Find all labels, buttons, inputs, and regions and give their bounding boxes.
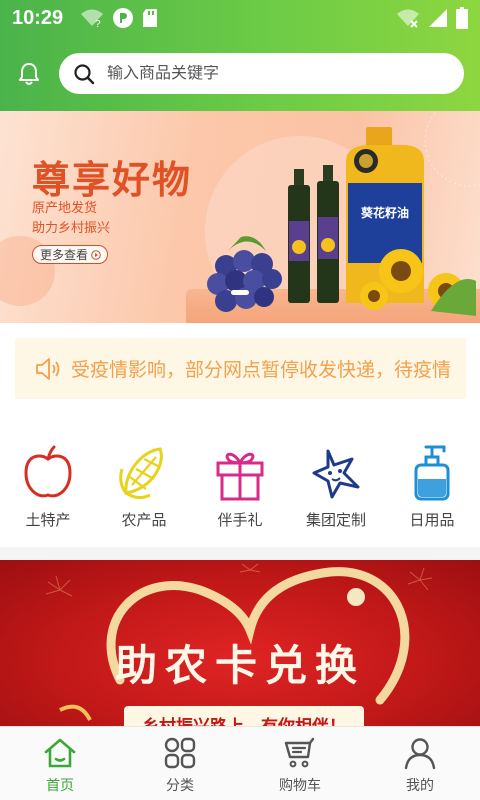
tab-cart[interactable]: 购物车 [240, 727, 360, 800]
tab-profile[interactable]: 我的 [360, 727, 480, 800]
header: 10:29 ? [0, 0, 480, 111]
category-label: 集团定制 [305, 512, 366, 529]
banner-title: 尊享好物 [32, 160, 193, 202]
play-circle-icon [91, 249, 101, 260]
wifi-off-icon [397, 9, 419, 28]
tab-label: 首页 [46, 777, 74, 793]
category-gifts[interactable]: 伴手礼 [192, 415, 288, 547]
sd-card-icon [143, 9, 157, 27]
jug-label: 葵花籽油 [360, 205, 409, 220]
banner-more-button[interactable]: 更多查看 [32, 245, 109, 264]
category-label: 日用品 [409, 512, 455, 529]
apple-icon [24, 445, 72, 498]
promo-subtitle: 乡村振兴路上，有你相伴！ [124, 706, 364, 726]
cart-icon [284, 737, 315, 768]
category-label: 农产品 [121, 512, 167, 529]
olive-bottle-2 [317, 165, 339, 303]
signal-icon [429, 9, 447, 27]
search-bar[interactable] [59, 53, 464, 94]
banner-subtitle-rural: 助力乡村振兴 [32, 220, 111, 235]
category-local-specialty[interactable]: 土特产 [0, 415, 96, 547]
star-icon [312, 449, 360, 499]
wifi-question-icon: ? [81, 9, 103, 28]
home-icon [44, 738, 76, 768]
search-icon [74, 63, 95, 84]
status-system [396, 7, 468, 29]
olive-bottle-1 [288, 169, 310, 303]
grid-icon [164, 737, 196, 769]
grapes-image [207, 236, 282, 312]
status-time: 10:29 [12, 7, 64, 29]
search-input[interactable] [107, 64, 407, 83]
app-notification-icon [113, 8, 133, 28]
banner-more-label: 更多查看 [40, 248, 89, 262]
user-icon [404, 738, 436, 769]
category-label: 土特产 [25, 512, 71, 529]
status-notifications: ? [80, 7, 158, 29]
status-bar: 10:29 ? [0, 0, 480, 36]
category-grid: 土特产 农产品 伴手礼 集团定制 日用品 [0, 415, 480, 547]
notice-text: 受疫情影响，部分网点暂停收发快递，待疫情 [71, 360, 452, 381]
category-agricultural[interactable]: 农产品 [96, 415, 192, 547]
tab-label: 分类 [166, 777, 194, 793]
battery-icon [456, 7, 468, 29]
pump-bottle-icon [414, 445, 450, 501]
hero-banner[interactable]: 尊享好物 原产地发货 助力乡村振兴 更多查看 葵花籽油 [0, 111, 480, 323]
tab-label: 我的 [406, 777, 434, 793]
category-group-custom[interactable]: 集团定制 [288, 415, 384, 547]
carousel-indicator [231, 290, 249, 295]
gift-icon [216, 452, 264, 501]
speaker-icon [36, 357, 60, 380]
tab-label: 购物车 [279, 777, 321, 793]
promo-banner[interactable]: 助农卡兑换 乡村振兴路上，有你相伴！ [0, 560, 480, 726]
tab-category[interactable]: 分类 [120, 727, 240, 800]
category-daily-goods[interactable]: 日用品 [384, 415, 480, 547]
notice-bar[interactable]: 受疫情影响，部分网点暂停收发快递，待疫情 [15, 338, 466, 399]
svg-text:?: ? [95, 19, 101, 28]
bell-icon[interactable] [16, 61, 42, 87]
tab-home[interactable]: 首页 [0, 727, 120, 800]
category-label: 伴手礼 [217, 512, 263, 529]
promo-title: 助农卡兑换 [114, 641, 365, 690]
banner-subtitle-origin: 原产地发货 [32, 200, 98, 215]
bottom-tab-bar: 首页 分类 购物车 我的 [0, 726, 480, 800]
corn-icon [119, 447, 163, 500]
